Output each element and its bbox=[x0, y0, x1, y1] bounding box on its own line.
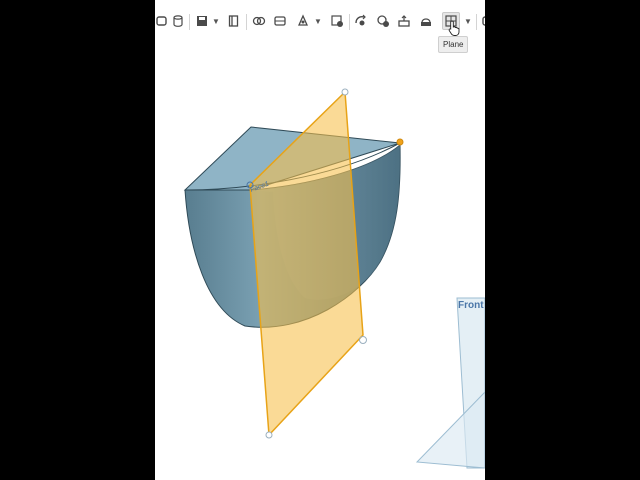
cylinder-icon[interactable] bbox=[169, 12, 187, 30]
front-plane[interactable]: Front bbox=[415, 297, 485, 469]
sketch-icon[interactable] bbox=[271, 12, 289, 30]
chevron-down-icon[interactable]: ▼ bbox=[464, 15, 472, 27]
save-icon[interactable] bbox=[193, 12, 211, 30]
split-icon[interactable] bbox=[374, 12, 392, 30]
loft-icon[interactable] bbox=[417, 12, 435, 30]
boolean-icon[interactable] bbox=[250, 12, 268, 30]
plane-tooltip: Plane bbox=[438, 36, 469, 53]
vertex-handle[interactable] bbox=[396, 138, 404, 146]
chevron-down-icon[interactable]: ▼ bbox=[314, 15, 322, 27]
extrude-icon[interactable] bbox=[395, 12, 413, 30]
feature-toolbar: ▼ ▼ ▼ bbox=[155, 8, 485, 36]
cad-app-window: Front Face1 ▼ ▼ ▼ Plane bbox=[155, 0, 485, 480]
plane-corner-handle[interactable] bbox=[359, 336, 367, 344]
revolve-feature-icon[interactable] bbox=[352, 12, 370, 30]
book-icon[interactable] bbox=[225, 12, 243, 30]
hand-cursor-icon bbox=[448, 20, 460, 36]
transform-icon[interactable] bbox=[294, 12, 312, 30]
more-icon[interactable] bbox=[479, 12, 485, 30]
chevron-down-icon[interactable]: ▼ bbox=[212, 15, 220, 27]
delete-part-icon[interactable] bbox=[328, 12, 346, 30]
front-plane-label: Front bbox=[458, 300, 484, 311]
plane-corner-handle[interactable] bbox=[265, 431, 273, 439]
graphics-viewport[interactable]: Front Face1 bbox=[155, 0, 485, 480]
plane-corner-handle[interactable] bbox=[341, 88, 349, 96]
